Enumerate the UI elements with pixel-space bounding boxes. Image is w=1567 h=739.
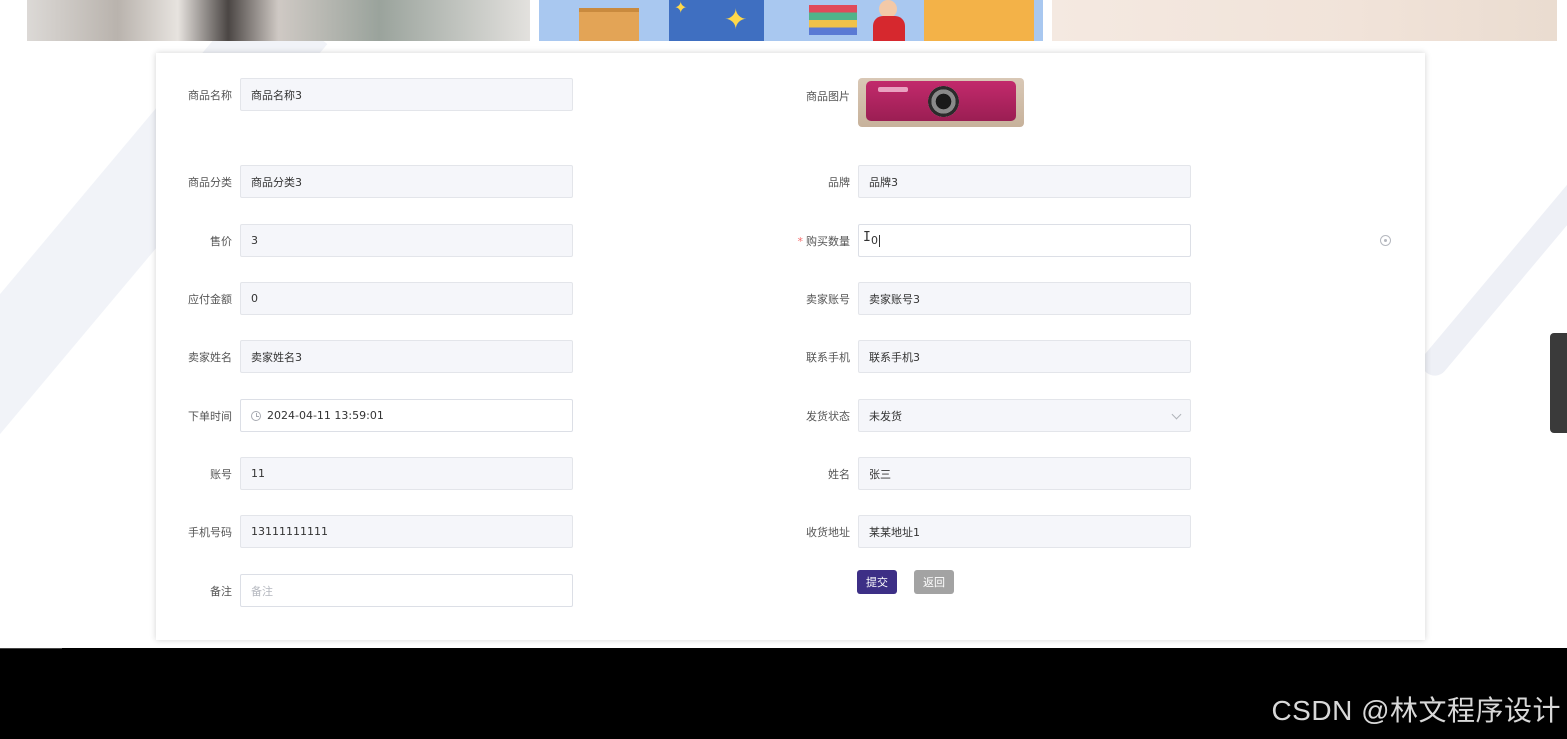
form-row-seller-account: 卖家账号 卖家账号3 [774, 282, 1191, 315]
divider [0, 648, 62, 649]
seller-name-field[interactable]: 卖家姓名3 [240, 340, 573, 373]
amount-due-label: 应付金额 [188, 292, 232, 306]
quantity-value: 0 [871, 234, 878, 247]
contact-phone-label: 联系手机 [806, 350, 850, 364]
banner-image-3 [1052, 0, 1557, 41]
amount-due-field[interactable]: 0 [240, 282, 573, 315]
form-row-product-image: 商品图片 [774, 78, 1024, 127]
clear-icon[interactable] [1380, 235, 1391, 246]
phone-field[interactable]: 13111111111 [240, 515, 573, 548]
category-label: 商品分类 [188, 175, 232, 189]
address-label: 收货地址 [806, 525, 850, 539]
remark-label: 备注 [210, 584, 232, 598]
form-row-address: 收货地址 某某地址1 [774, 515, 1191, 548]
form-row-seller-name: 卖家姓名 卖家姓名3 [156, 340, 573, 373]
side-scroll-tab[interactable] [1550, 333, 1567, 433]
required-mark: * [797, 234, 804, 248]
ship-status-select[interactable]: 未发货 [858, 399, 1191, 432]
form-row-order-time: 下单时间 2024-04-11 13:59:01 [156, 399, 573, 432]
order-time-label: 下单时间 [188, 409, 232, 423]
form-row-name: 姓名 张三 [774, 457, 1191, 490]
back-button[interactable]: 返回 [914, 570, 954, 594]
form-row-ship-status: 发货状态 未发货 [774, 399, 1191, 432]
chevron-down-icon [1171, 409, 1182, 420]
contact-phone-field[interactable]: 联系手机3 [858, 340, 1191, 373]
order-time-value: 2024-04-11 13:59:01 [267, 409, 384, 422]
phone-label: 手机号码 [188, 525, 232, 539]
background-decoration [1416, 165, 1567, 381]
banner-image-1 [27, 0, 530, 41]
watermark-text: CSDN @林文程序设计 [1271, 695, 1561, 726]
order-time-picker[interactable]: 2024-04-11 13:59:01 [240, 399, 573, 432]
form-row-amount-due: 应付金额 0 [156, 282, 573, 315]
form-row-account: 账号 11 [156, 457, 573, 490]
quantity-label: * 购买数量 [797, 234, 851, 248]
form-row-price: 售价 3 [156, 224, 573, 257]
seller-account-label: 卖家账号 [806, 292, 850, 306]
brand-field[interactable]: 品牌3 [858, 165, 1191, 198]
product-name-label: 商品名称 [188, 88, 232, 102]
product-image[interactable] [858, 78, 1024, 127]
name-field[interactable]: 张三 [858, 457, 1191, 490]
seller-name-label: 卖家姓名 [188, 350, 232, 364]
form-row-phone: 手机号码 13111111111 [156, 515, 573, 548]
form-row-product-name: 商品名称 商品名称3 [156, 78, 573, 111]
product-name-field[interactable]: 商品名称3 [240, 78, 573, 111]
price-field[interactable]: 3 [240, 224, 573, 257]
form-row-category: 商品分类 商品分类3 [156, 165, 573, 198]
price-label: 售价 [210, 234, 232, 248]
category-field[interactable]: 商品分类3 [240, 165, 573, 198]
quantity-input[interactable]: I 0 [858, 224, 1191, 257]
text-cursor-icon: I [863, 230, 871, 245]
banner-image-2: ✦ ✦ [539, 0, 1043, 41]
brand-label: 品牌 [828, 175, 850, 189]
account-field[interactable]: 11 [240, 457, 573, 490]
form-row-remark: 备注 备注 [156, 574, 573, 607]
form-row-quantity: * 购买数量 I 0 [774, 224, 1191, 257]
remark-input[interactable]: 备注 [240, 574, 573, 607]
ship-status-value: 未发货 [869, 409, 902, 423]
ship-status-label: 发货状态 [806, 409, 850, 423]
seller-account-field[interactable]: 卖家账号3 [858, 282, 1191, 315]
product-image-label: 商品图片 [806, 90, 850, 103]
address-field[interactable]: 某某地址1 [858, 515, 1191, 548]
name-label: 姓名 [828, 467, 850, 481]
page: ✦ ✦ 商品名称 商品名称3 商品分类 商品分类3 售价 3 应付金额 0 卖家… [0, 0, 1567, 648]
submit-button[interactable]: 提交 [857, 570, 897, 594]
account-label: 账号 [210, 467, 232, 481]
camera-image [866, 81, 1016, 121]
clock-icon [251, 410, 261, 421]
form-row-contact-phone: 联系手机 联系手机3 [774, 340, 1191, 373]
form-row-brand: 品牌 品牌3 [774, 165, 1191, 198]
